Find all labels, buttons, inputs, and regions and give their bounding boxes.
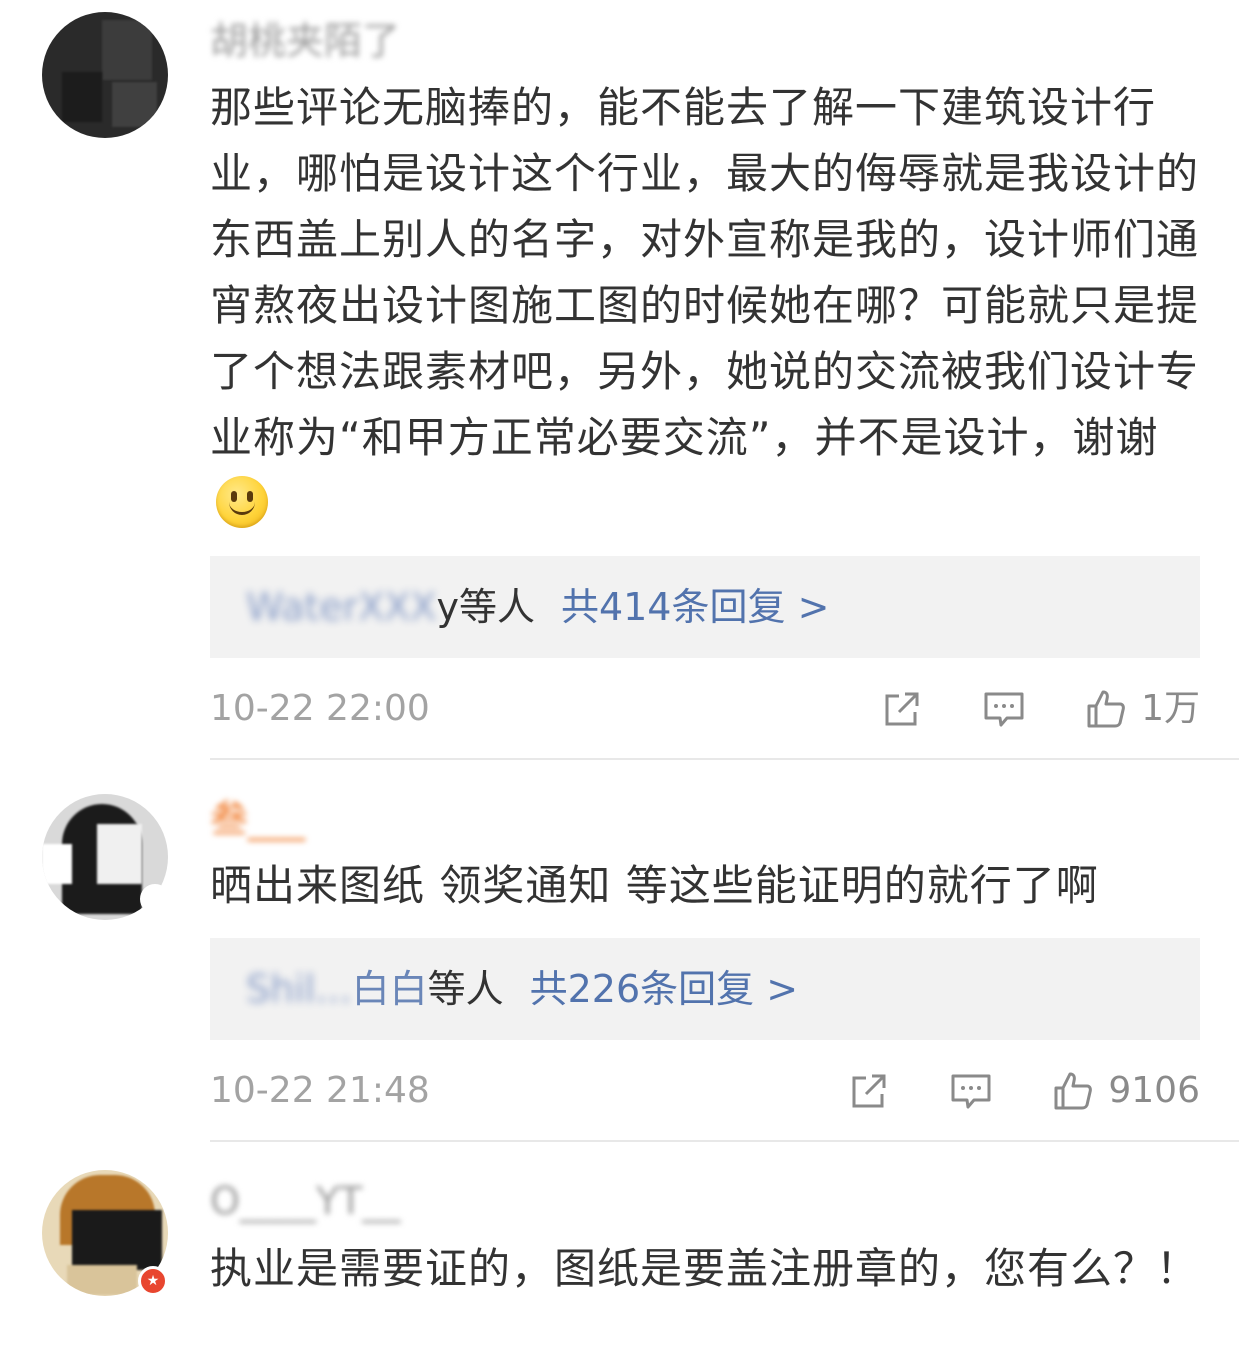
share-icon[interactable] <box>848 1070 890 1112</box>
replies-summary[interactable]: Shil...白白等人 共226条回复 > <box>210 938 1200 1040</box>
like-count: 1万 <box>1141 688 1200 729</box>
reply-username: WaterXXX <box>246 585 437 629</box>
divider <box>210 758 1239 760</box>
like-count: 9106 <box>1108 1070 1200 1111</box>
comment-meta: 10-22 22:00 1万 <box>210 684 1200 734</box>
username[interactable]: O____YT__ <box>210 1178 400 1224</box>
replies-summary[interactable]: WaterXXXy等人 共414条回复 > <box>210 556 1200 658</box>
smile-emoji-icon <box>216 476 268 528</box>
comment-text: 执业是需要证的，图纸是要盖注册章的，您有么？！ <box>210 1236 1210 1302</box>
timestamp: 10-22 22:00 <box>210 688 430 729</box>
comment-body: 晒出来图纸 领奖通知 等这些能证明的就行了啊 <box>210 861 1099 910</box>
verified-badge <box>140 884 170 914</box>
thumb-up-icon[interactable] <box>1085 688 1127 730</box>
reply-total-link[interactable]: 共414条回复 > <box>561 585 829 629</box>
comment-body: 那些评论无脑捧的，能不能去了解一下建筑设计行业，哪怕是设计这个行业，最大的侮辱就… <box>210 83 1200 462</box>
reply-names[interactable]: Shil...白白等人 共226条回复 > <box>246 938 798 1040</box>
thumb-up-icon[interactable] <box>1052 1070 1094 1112</box>
comment-text: 那些评论无脑捧的，能不能去了解一下建筑设计行业，哪怕是设计这个行业，最大的侮辱就… <box>210 75 1210 537</box>
comment-icon[interactable] <box>983 688 1025 730</box>
reply-username-suffix: y <box>436 585 459 629</box>
action-bar: 9106 <box>848 1066 1200 1116</box>
comment-meta: 10-22 21:48 9106 <box>210 1066 1200 1116</box>
reply-names[interactable]: WaterXXXy等人 共414条回复 > <box>246 556 829 658</box>
timestamp: 10-22 21:48 <box>210 1070 430 1111</box>
avatar[interactable] <box>42 12 168 138</box>
username[interactable]: 叁___ <box>210 796 305 842</box>
reply-total-link[interactable]: 共226条回复 > <box>530 967 798 1011</box>
comment-icon[interactable] <box>950 1070 992 1112</box>
comment-text: 晒出来图纸 领奖通知 等这些能证明的就行了啊 <box>210 853 1210 919</box>
reply-username: Shil... <box>246 967 352 1011</box>
username[interactable]: 胡桃夹陌了 <box>210 18 400 64</box>
reply-others-label: 等人 <box>458 585 535 629</box>
action-bar: 1万 <box>881 684 1200 734</box>
reply-username-suffix: 白白 <box>351 967 428 1011</box>
divider <box>210 1140 1239 1142</box>
reply-others-label: 等人 <box>427 967 504 1011</box>
share-icon[interactable] <box>881 688 923 730</box>
comment-body: 执业是需要证的，图纸是要盖注册章的，您有么？！ <box>210 1244 1200 1293</box>
vip-badge: ★ <box>138 1266 168 1296</box>
